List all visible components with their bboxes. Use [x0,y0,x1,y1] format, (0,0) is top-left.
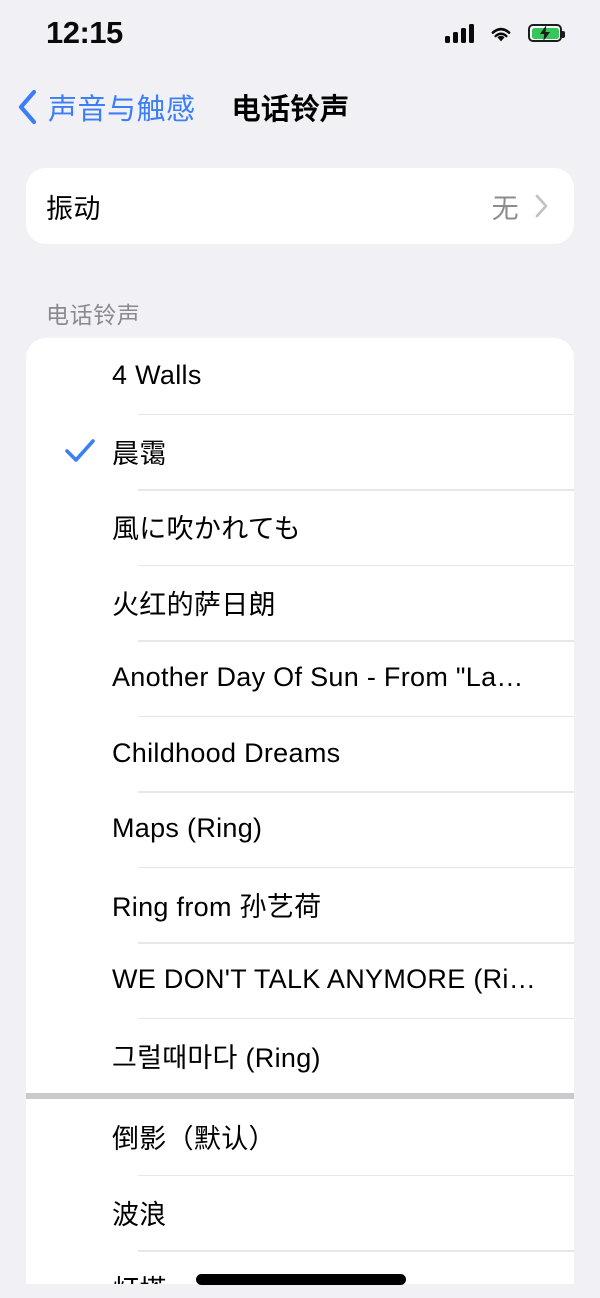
custom-ringtone-group: 4 Walls 晨霭風に吹かれても 火红的萨日朗 Another Day Of Sun… [26,338,574,1093]
ringtone-row[interactable]: 火红的萨日朗 [26,564,574,641]
ringtone-label: 風に吹かれても [112,514,301,545]
ringtone-label: Ring from 孙艺荷 [112,891,322,922]
ringtone-label: 晨霭 [112,438,167,469]
cellular-signal-icon [445,23,474,43]
ringtone-label: 灯塔 [112,1268,167,1284]
ringtone-row[interactable]: 風に吹かれても [26,489,574,565]
page-title: 电话铃声 [231,94,350,126]
vibration-row-accessory: 无 [492,187,548,226]
ringtone-row[interactable]: 그럴때마다 (Ring) [26,1017,574,1094]
ringtone-row[interactable]: 波浪 [26,1174,574,1251]
ringtone-label: Maps (Ring) [112,813,263,844]
ringtone-label: 波浪 [112,1199,167,1230]
system-ringtone-group: 倒影（默认） 波浪灯塔 [26,1099,574,1284]
ringtone-row[interactable]: Another Day Of Sun - From "La… [26,640,574,716]
navigation-bar: 声音与触感 电话铃声 [0,70,600,144]
chevron-right-icon [535,194,548,218]
ringtone-row[interactable]: 4 Walls [26,338,574,414]
checkmark-icon [52,438,112,464]
status-bar: 12:15 [0,0,600,68]
home-indicator[interactable] [196,1274,406,1285]
status-bar-time: 12:15 [46,14,123,50]
ringtone-row[interactable]: WE DON'T TALK ANYMORE (Ri… [26,942,574,1018]
status-bar-indicators [445,23,565,45]
ringtone-row[interactable]: 倒影（默认） [26,1099,574,1175]
chevron-left-icon [16,89,38,125]
ringtone-list-card: 4 Walls 晨霭風に吹かれても 火红的萨日朗 Another Day Of Sun… [26,338,574,1284]
back-button-label: 声音与触感 [48,94,196,126]
back-button[interactable]: 声音与触感 [16,86,196,128]
wifi-icon [488,24,514,43]
ringtone-section-header: 电话铃声 [46,302,141,328]
vibration-card: 振动 无 [26,168,574,244]
ringtone-label: WE DON'T TALK ANYMORE (Ri… [112,964,537,995]
vibration-value: 无 [491,193,519,224]
ringtone-label: Childhood Dreams [112,737,341,768]
phone-screen: 12:15 声音与触感 电话铃声 振动 无 电话铃声 4 Walls 晨霭 風に… [0,0,600,1298]
vibration-label: 振动 [46,193,101,224]
ringtone-label: 그럴때마다 (Ring) [112,1042,321,1073]
battery-charging-icon [528,24,565,42]
ringtone-label: Another Day Of Sun - From "La… [112,662,524,693]
vibration-row[interactable]: 振动 无 [26,168,574,244]
ringtone-row[interactable]: Maps (Ring) [26,791,574,867]
ringtone-row[interactable]: Childhood Dreams [26,715,574,792]
ringtone-label: 火红的萨日朗 [112,589,276,620]
ringtone-label: 倒影（默认） [112,1124,276,1155]
ringtone-label: 4 Walls [112,360,202,391]
ringtone-row[interactable]: Ring from 孙艺荷 [26,866,574,943]
ringtone-row[interactable]: 晨霭 [26,413,574,490]
